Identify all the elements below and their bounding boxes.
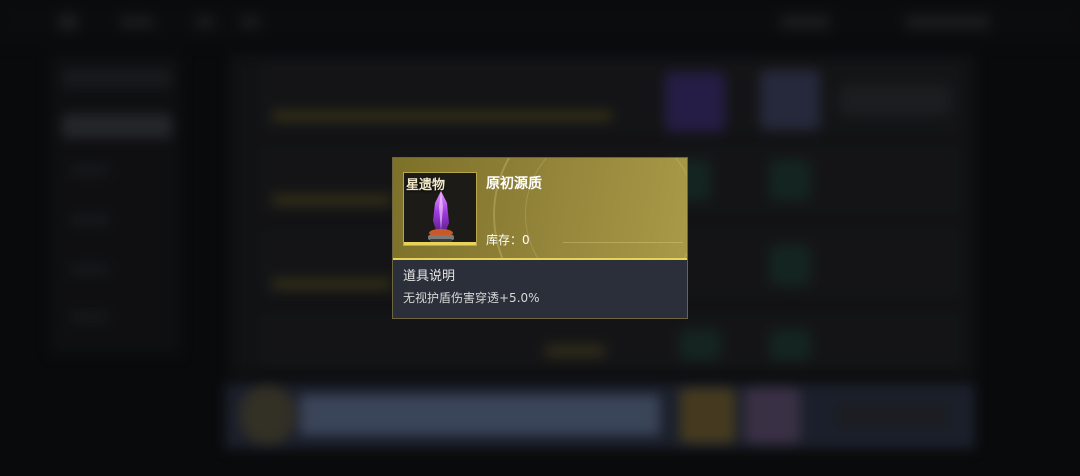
item-header: 星遗物 原初源质 库存：0 — [393, 158, 687, 260]
description-text: 无视护盾伤害穿透+5.0% — [403, 291, 540, 305]
decor-circle — [525, 158, 687, 260]
decor-scale — [563, 242, 683, 243]
stock-value: 0 — [522, 233, 530, 247]
item-name: 原初源质 — [486, 176, 542, 192]
rarity-bar — [404, 242, 476, 245]
item-description: 道具说明 无视护盾伤害穿透+5.0% — [393, 260, 687, 318]
item-stock: 库存：0 — [486, 231, 530, 248]
item-thumbnail: 星遗物 — [403, 172, 477, 246]
description-title: 道具说明 — [403, 269, 456, 284]
stock-label: 库存： — [486, 233, 523, 247]
purple-crystal-icon — [428, 191, 454, 242]
item-tooltip: 星遗物 原初源质 库存：0 道具说明 无视护盾伤害穿透+5.0% — [393, 158, 687, 318]
